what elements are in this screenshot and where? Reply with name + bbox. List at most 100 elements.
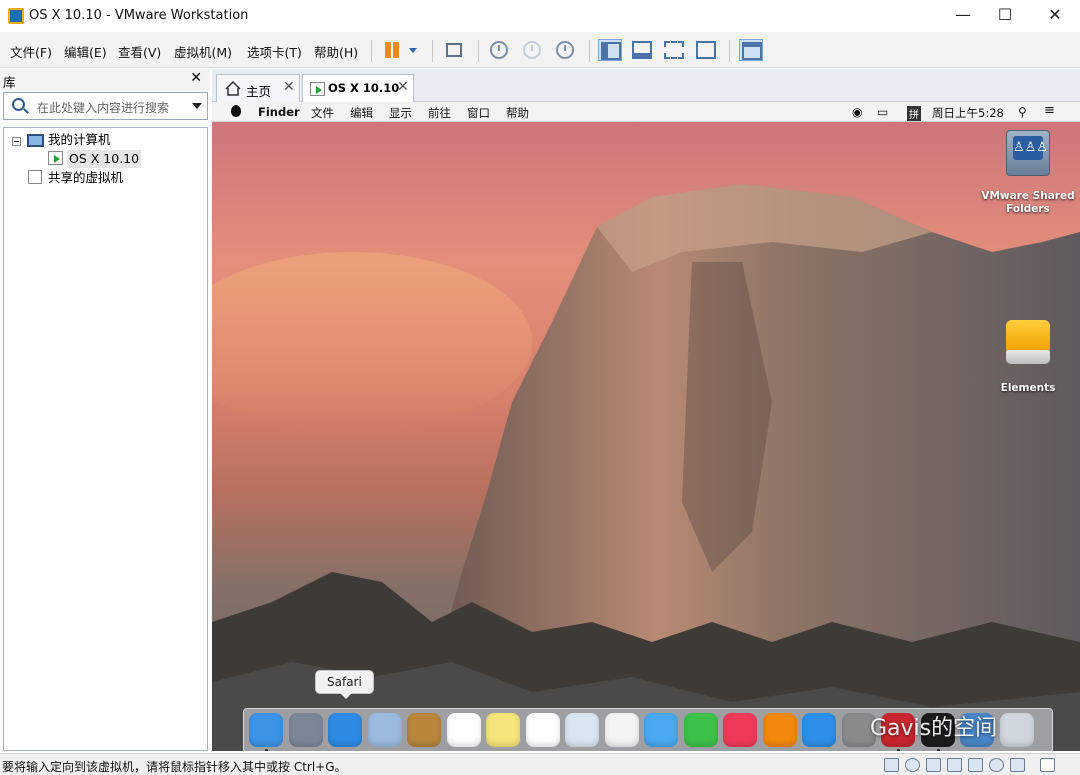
- close-library-button[interactable]: ✕: [190, 70, 202, 86]
- thumbnail-bar-button[interactable]: [630, 39, 654, 61]
- library-header: 库 ✕: [0, 69, 210, 91]
- search-placeholder: 在此处键入内容进行搜索: [37, 101, 170, 115]
- apple-menu-icon[interactable]: [231, 105, 241, 117]
- collapse-toggle[interactable]: [12, 137, 21, 146]
- shared-folders-label-2: Folders: [1006, 203, 1050, 215]
- tab-os-x-label: OS X 10.10: [328, 81, 400, 95]
- desktop-icon-shared-folders[interactable]: ♙♙♙ VMware Shared Folders: [978, 130, 1078, 216]
- sound-card-icon[interactable]: [968, 758, 983, 772]
- menu-tabs[interactable]: 选项卡(T): [247, 42, 302, 61]
- home-icon: [225, 81, 241, 96]
- minimize-button[interactable]: —: [940, 0, 986, 32]
- close-window-button[interactable]: ✕: [1032, 0, 1078, 32]
- menu-file[interactable]: 文件(F): [10, 42, 52, 61]
- send-ctrl-alt-del-button[interactable]: [442, 39, 466, 61]
- menu-view[interactable]: 查看(V): [118, 42, 161, 61]
- notification-center-icon[interactable]: ≡: [1044, 103, 1055, 118]
- finder-icon[interactable]: [249, 713, 283, 747]
- console-view-icon: [742, 42, 762, 60]
- title-bar: OS X 10.10 - VMware Workstation — ☐ ✕: [0, 0, 1080, 32]
- tree-item-shared-vms[interactable]: 共享的虚拟机: [48, 169, 123, 187]
- library-title: 库: [3, 75, 16, 90]
- unity-button[interactable]: [694, 39, 718, 61]
- spotlight-search-icon[interactable]: ⚲: [1018, 105, 1027, 119]
- contacts-icon[interactable]: [407, 713, 441, 747]
- vm-icon: [310, 82, 325, 96]
- show-library-button[interactable]: [598, 39, 622, 61]
- photos-icon[interactable]: [604, 713, 639, 747]
- mail-icon[interactable]: [367, 713, 402, 747]
- input-method-icon[interactable]: 拼: [907, 106, 921, 121]
- status-bar: 要将输入定向到该虚拟机，请将鼠标指针移入其中或按 Ctrl+G。: [0, 753, 1080, 775]
- tab-home-label: 主页: [246, 84, 272, 99]
- menu-vm[interactable]: 虚拟机(M): [174, 42, 232, 61]
- guest-menu-finder[interactable]: Finder: [258, 105, 300, 119]
- pause-vm-button[interactable]: [381, 39, 405, 61]
- library-search-input[interactable]: 在此处键入内容进行搜索: [3, 92, 208, 120]
- console-view-button[interactable]: [739, 39, 763, 61]
- snapshot-manager-button[interactable]: [554, 39, 578, 61]
- launchpad-icon[interactable]: [288, 713, 323, 747]
- guest-menu-file[interactable]: 文件: [311, 105, 334, 121]
- take-snapshot-button[interactable]: [488, 39, 512, 61]
- usb-controller-icon[interactable]: [947, 758, 962, 772]
- search-dropdown-icon[interactable]: [192, 103, 202, 109]
- message-log-icon[interactable]: [1040, 758, 1055, 772]
- trash-icon[interactable]: [999, 713, 1034, 747]
- facetime-icon[interactable]: [683, 713, 718, 747]
- library-view-icon: [601, 42, 621, 60]
- search-icon: [12, 98, 25, 111]
- close-tab-home[interactable]: ✕: [283, 79, 295, 95]
- preview-icon[interactable]: [565, 713, 599, 747]
- vm-display[interactable]: Finder 文件 编辑 显示 前往 窗口 帮助 ◉ ▭ 拼 周日上午5:28 …: [212, 102, 1080, 751]
- status-eye-icon[interactable]: ◉: [852, 105, 862, 119]
- revert-snapshot-button[interactable]: [521, 39, 545, 61]
- power-dropdown-button[interactable]: [405, 39, 421, 61]
- running-indicator: [265, 749, 268, 751]
- keyboard-icon: [446, 43, 462, 57]
- maximize-button[interactable]: ☐: [982, 0, 1028, 32]
- revert-snapshot-icon: [523, 41, 541, 59]
- network-adapter-icon[interactable]: [926, 758, 941, 772]
- reminders-icon[interactable]: [525, 713, 560, 747]
- hard-disk-icon[interactable]: [884, 758, 899, 772]
- chevron-down-icon: [409, 48, 417, 53]
- ibooks-icon[interactable]: [762, 713, 797, 747]
- tab-strip: 主页 ✕ OS X 10.10 ✕: [212, 69, 1080, 103]
- guest-menu-go[interactable]: 前往: [428, 105, 451, 121]
- desktop-icon-elements[interactable]: Elements: [978, 320, 1078, 395]
- snapshot-manager-icon: [556, 41, 574, 59]
- vmware-app-icon: [8, 8, 24, 24]
- guest-clock[interactable]: 周日上午5:28: [932, 105, 1004, 121]
- guest-menu-view[interactable]: 显示: [389, 105, 412, 121]
- cd-dvd-icon[interactable]: [905, 758, 920, 772]
- tree-item-my-computer[interactable]: 我的计算机: [48, 131, 111, 149]
- itunes-icon[interactable]: [723, 713, 757, 747]
- display-icon[interactable]: [1010, 758, 1025, 772]
- desktop-wallpaper: [212, 184, 1080, 751]
- tab-home[interactable]: 主页 ✕: [216, 74, 300, 102]
- close-tab-os-x[interactable]: ✕: [397, 79, 409, 95]
- messages-icon[interactable]: [644, 713, 678, 747]
- airplay-icon[interactable]: ▭: [877, 105, 888, 119]
- guest-menu-help[interactable]: 帮助: [506, 105, 529, 121]
- unity-icon: [696, 41, 716, 59]
- tree-item-os-x[interactable]: OS X 10.10: [67, 150, 142, 168]
- menu-help[interactable]: 帮助(H): [314, 42, 358, 61]
- safari-icon[interactable]: [328, 713, 362, 747]
- guest-menu-edit[interactable]: 编辑: [350, 105, 373, 121]
- full-screen-button[interactable]: [662, 39, 686, 61]
- app-store-icon[interactable]: [802, 713, 836, 747]
- guest-menu-window[interactable]: 窗口: [467, 105, 490, 121]
- status-message: 要将输入定向到该虚拟机，请将鼠标指针移入其中或按 Ctrl+G。: [2, 760, 347, 774]
- notes-icon[interactable]: [486, 713, 520, 747]
- guest-menubar: Finder 文件 编辑 显示 前往 窗口 帮助 ◉ ▭ 拼 周日上午5:28 …: [212, 102, 1080, 122]
- menu-edit[interactable]: 编辑(E): [64, 42, 107, 61]
- tab-os-x[interactable]: OS X 10.10 ✕: [302, 74, 414, 103]
- calendar-icon[interactable]: [446, 713, 481, 747]
- printer-icon[interactable]: [989, 758, 1004, 772]
- shared-folders-label-1: VMware Shared: [981, 190, 1075, 202]
- snapshot-icon: [490, 41, 508, 59]
- dock-tooltip: Safari: [315, 670, 374, 699]
- running-indicator: [936, 749, 940, 751]
